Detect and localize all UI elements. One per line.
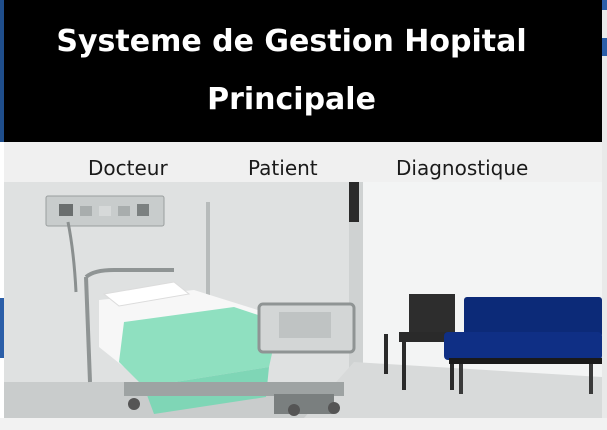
menu-bar: Docteur Patient Diagnostique [4, 142, 602, 182]
page-title-line-1: Systeme de Gestion Hopital [56, 24, 527, 59]
background-taskbar-edge [0, 418, 607, 430]
title-banner: Systeme de Gestion Hopital Principale [4, 0, 602, 142]
background-window-edge [602, 0, 607, 430]
background-window-edge [602, 38, 607, 56]
app-window: Systeme de Gestion Hopital Principale Do… [4, 0, 602, 418]
menu-item-patient[interactable]: Patient [248, 156, 318, 180]
page-title-line-2: Principale [207, 82, 376, 117]
hospital-room-image [4, 182, 602, 418]
menu-item-diagnostique[interactable]: Diagnostique [396, 156, 528, 180]
menu-item-docteur[interactable]: Docteur [88, 156, 168, 180]
background-window-edge [602, 0, 607, 10]
